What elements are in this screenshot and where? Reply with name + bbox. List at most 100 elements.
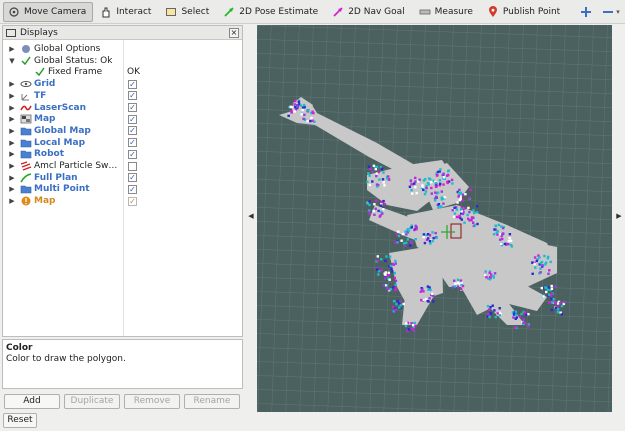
particle-swarm-icon xyxy=(20,161,32,171)
select-icon xyxy=(165,6,177,18)
remove-tool-icon xyxy=(602,6,614,18)
measure-button[interactable]: Measure xyxy=(414,2,480,22)
laserscan-icon xyxy=(20,103,32,113)
close-icon[interactable]: × xyxy=(229,28,239,38)
display-laserscan[interactable]: ▶ LaserScan ✓ xyxy=(3,102,242,114)
display-label: Amcl Particle Sw… xyxy=(34,161,118,171)
enabled-checkbox[interactable] xyxy=(128,161,137,171)
publish-point-label: Publish Point xyxy=(502,6,561,17)
enabled-checkbox[interactable]: ✓ xyxy=(128,91,137,101)
enabled-checkbox[interactable]: ✓ xyxy=(128,138,137,148)
expand-right-arrow-icon[interactable]: ▶ xyxy=(8,197,16,205)
checkmark-icon xyxy=(20,56,32,66)
collapse-left-arrow-icon[interactable]: ◀ xyxy=(246,208,256,224)
move-camera-icon xyxy=(8,6,20,18)
display-label: TF xyxy=(34,90,47,101)
checkmark-icon xyxy=(34,67,46,77)
render-viewport[interactable] xyxy=(257,25,612,412)
expand-right-arrow-icon[interactable]: ▶ xyxy=(8,115,16,123)
duplicate-button[interactable]: Duplicate xyxy=(64,394,120,409)
displays-panel-title: Displays xyxy=(20,27,58,38)
enabled-checkbox[interactable]: ✓ xyxy=(128,173,137,183)
publish-point-button[interactable]: Publish Point xyxy=(482,2,567,22)
select-button[interactable]: Select xyxy=(160,2,216,22)
pose-estimate-icon xyxy=(223,6,235,18)
globe-icon xyxy=(20,44,32,54)
grid-icon xyxy=(20,79,32,89)
display-grid[interactable]: ▶ Grid ✓ xyxy=(3,78,242,90)
display-fixed-frame[interactable]: Fixed Frame OK xyxy=(3,66,242,78)
displays-tree: ▶ Global Options ▼ Global Status: Ok Fixed F… xyxy=(3,40,242,336)
measure-icon xyxy=(419,6,431,18)
move-camera-button[interactable]: Move Camera xyxy=(3,1,94,22)
folder-icon xyxy=(20,184,32,194)
display-label: Local Map xyxy=(34,137,86,148)
select-label: Select xyxy=(181,6,210,17)
expand-right-arrow-icon[interactable]: ▶ xyxy=(8,139,16,147)
expand-right-arrow-icon[interactable]: ▶ xyxy=(8,45,16,53)
display-label: Multi Point xyxy=(34,184,90,195)
folder-icon xyxy=(20,126,32,136)
chevron-down-icon: ▾ xyxy=(616,7,620,16)
remove-button[interactable]: Remove xyxy=(124,394,180,409)
enabled-checkbox[interactable]: ✓ xyxy=(128,196,137,206)
display-global-status[interactable]: ▼ Global Status: Ok xyxy=(3,55,242,67)
2d-pose-estimate-label: 2D Pose Estimate xyxy=(239,6,319,17)
toolbar: Move Camera Interact Select 2D Pose Estimat… xyxy=(0,0,625,24)
2d-pose-estimate-button[interactable]: 2D Pose Estimate xyxy=(218,2,325,22)
interact-button[interactable]: Interact xyxy=(95,2,158,22)
display-full-plan[interactable]: ▶ Full Plan ✓ xyxy=(3,172,242,184)
expand-right-arrow-icon[interactable]: ▶ xyxy=(8,174,16,182)
nav-goal-icon xyxy=(332,6,344,18)
displays-panel-header: Displays × xyxy=(3,26,242,40)
enabled-checkbox[interactable]: ✓ xyxy=(128,114,137,124)
display-robot[interactable]: ▶ Robot ✓ xyxy=(3,148,242,160)
expand-right-arrow-icon[interactable]: ▶ xyxy=(8,80,16,88)
2d-nav-goal-button[interactable]: 2D Nav Goal xyxy=(327,2,411,22)
expand-down-arrow-icon[interactable]: ▼ xyxy=(8,57,16,65)
display-local-map[interactable]: ▶ Local Map ✓ xyxy=(3,137,242,149)
enabled-checkbox[interactable]: ✓ xyxy=(128,126,137,136)
add-button[interactable]: Add xyxy=(4,394,60,409)
expand-right-arrow-icon[interactable]: ▶ xyxy=(8,127,16,135)
enabled-checkbox[interactable]: ✓ xyxy=(128,149,137,159)
tf-icon xyxy=(20,91,32,101)
display-label: LaserScan xyxy=(34,102,87,113)
display-amcl-particle-swarm[interactable]: ▶ Amcl Particle Sw… xyxy=(3,160,242,172)
display-label: Global Map xyxy=(34,125,91,136)
displays-panel: Displays × ▶ Global Options ▼ Global Status… xyxy=(2,25,243,337)
display-label: Map xyxy=(34,196,56,207)
description-body: Color to draw the polygon. xyxy=(6,354,126,364)
expand-right-arrow-icon[interactable]: ▶ xyxy=(8,104,16,112)
interact-icon xyxy=(100,6,112,18)
expand-right-arrow-icon[interactable]: ▶ xyxy=(8,185,16,193)
display-tf[interactable]: ▶ TF ✓ xyxy=(3,90,242,102)
publish-point-icon xyxy=(487,5,499,18)
collapse-right-arrow-icon[interactable]: ▶ xyxy=(614,208,624,224)
display-global-options[interactable]: ▶ Global Options xyxy=(3,43,242,55)
enabled-checkbox[interactable]: ✓ xyxy=(128,184,137,194)
enabled-checkbox[interactable]: ✓ xyxy=(128,79,137,89)
enabled-checkbox[interactable]: ✓ xyxy=(128,103,137,112)
expand-right-arrow-icon[interactable]: ▶ xyxy=(8,162,16,170)
property-description: Color Color to draw the polygon. xyxy=(2,339,243,389)
display-label: Fixed Frame xyxy=(48,67,103,78)
expand-right-arrow-icon[interactable]: ▶ xyxy=(8,92,16,100)
add-tool-button[interactable] xyxy=(577,2,595,22)
expand-right-arrow-icon[interactable]: ▶ xyxy=(8,150,16,158)
display-map-warning[interactable]: ▶ Map ✓ xyxy=(3,195,242,207)
display-global-map[interactable]: ▶ Global Map ✓ xyxy=(3,125,242,137)
display-multi-point[interactable]: ▶ Multi Point ✓ xyxy=(3,183,242,195)
display-value: OK xyxy=(127,67,140,78)
reset-button[interactable]: Reset xyxy=(3,413,37,428)
path-icon xyxy=(20,172,32,183)
map-icon xyxy=(20,114,32,124)
display-label: Grid xyxy=(34,79,56,90)
map-view xyxy=(257,25,612,412)
2d-nav-goal-label: 2D Nav Goal xyxy=(348,6,405,17)
remove-tool-button[interactable]: ▾ xyxy=(599,2,623,22)
display-map[interactable]: ▶ Map ✓ xyxy=(3,113,242,125)
displays-panel-icon xyxy=(6,28,16,37)
rename-button[interactable]: Rename xyxy=(184,394,240,409)
display-label: Global Status: Ok xyxy=(34,55,113,66)
